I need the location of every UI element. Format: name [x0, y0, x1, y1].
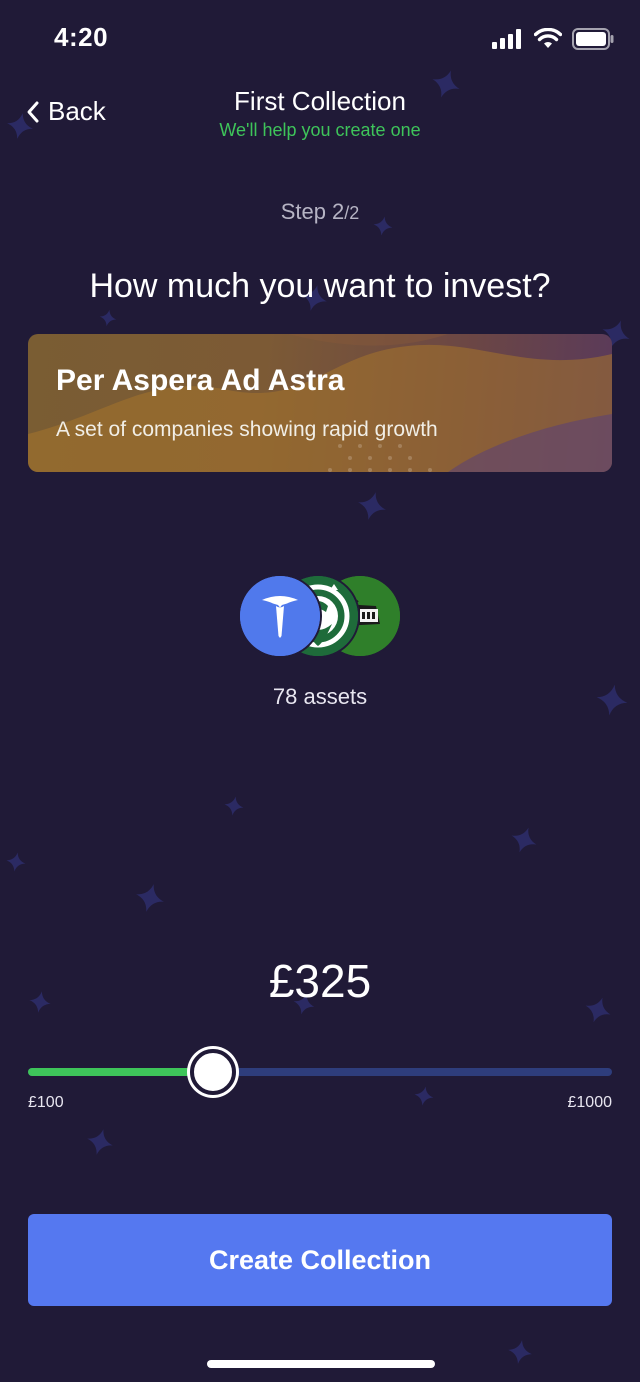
collection-description: A set of companies showing rapid growth — [56, 418, 438, 441]
slider-thumb[interactable] — [190, 1049, 237, 1095]
investment-slider[interactable] — [28, 1049, 612, 1095]
chevron-left-icon — [27, 101, 39, 122]
star-icon — [507, 823, 541, 857]
slider-max-label: £1000 — [567, 1094, 613, 1111]
tesla-logo — [238, 574, 322, 658]
step-total: /2 — [344, 203, 360, 223]
navigation-bar: First Collection We'll help you create o… — [0, 82, 640, 152]
status-icons — [492, 28, 614, 50]
star-icon — [222, 794, 246, 818]
star-icon — [354, 488, 390, 524]
slider-min-label: £100 — [28, 1094, 64, 1111]
question-heading: How much you want to invest? — [89, 266, 551, 305]
slider-fill — [28, 1068, 210, 1076]
star-icon — [4, 850, 28, 874]
star-icon — [412, 1084, 436, 1108]
star-icon — [506, 1338, 534, 1366]
cellular-signal-icon — [492, 29, 521, 49]
step-indicator: Step 2/2 — [0, 199, 640, 225]
collection-title: Per Aspera Ad Astra — [56, 364, 345, 397]
home-indicator — [207, 1360, 435, 1368]
collection-card[interactable]: Per Aspera Ad Astra A set of companies s… — [28, 334, 612, 472]
battery-icon — [572, 28, 614, 50]
assets-count: 78 assets — [272, 684, 368, 709]
wifi-icon — [534, 28, 562, 48]
step-label: Step 2 — [280, 199, 345, 224]
asset-logos — [238, 574, 408, 658]
star-icon — [98, 308, 118, 328]
investment-amount: £325 — [268, 955, 372, 1007]
create-collection-button[interactable]: Create Collection — [28, 1214, 612, 1306]
back-label: Back — [48, 96, 106, 126]
status-bar: 4:20 — [0, 0, 640, 80]
star-icon — [83, 1125, 117, 1159]
status-time: 4:20 — [54, 22, 109, 52]
star-icon — [132, 880, 168, 916]
back-button[interactable]: Back — [26, 96, 106, 127]
card-decoration — [28, 334, 612, 472]
